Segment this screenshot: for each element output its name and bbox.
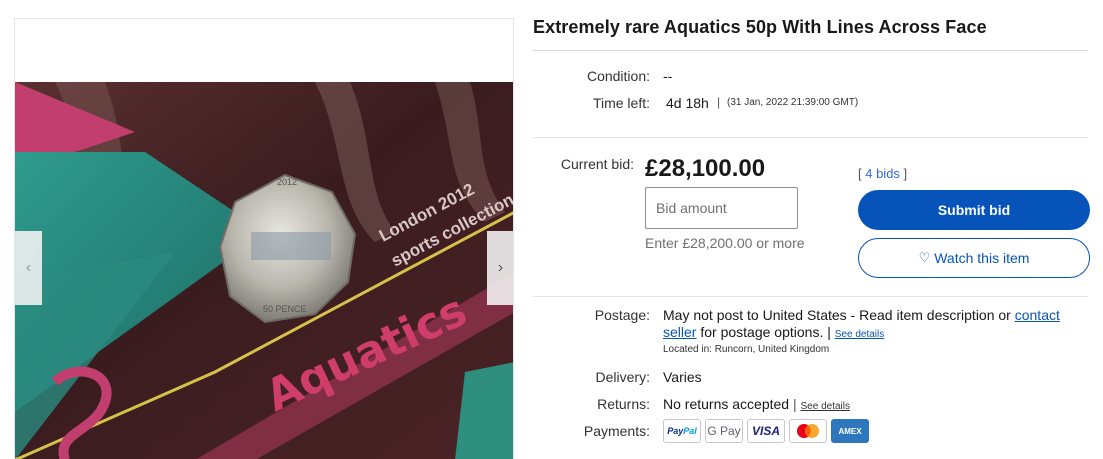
min-bid-hint: Enter £28,200.00 or more xyxy=(645,235,805,251)
item-location: Located in: Runcorn, United Kingdom xyxy=(663,344,830,355)
watch-item-label: Watch this item xyxy=(934,250,1030,266)
end-date: (31 Jan, 2022 21:39:00 GMT) xyxy=(727,97,859,108)
divider xyxy=(533,50,1088,51)
bid-count: [ 4 bids ] xyxy=(858,166,907,181)
next-image-button[interactable]: › xyxy=(487,231,513,305)
returns-see-details-link[interactable]: See details xyxy=(801,401,850,412)
bid-amount-input[interactable] xyxy=(645,187,798,229)
condition-value: -- xyxy=(663,68,673,84)
payments-label: Payments: xyxy=(583,423,650,439)
delivery-label: Delivery: xyxy=(595,369,650,385)
previous-image-button[interactable]: ‹ xyxy=(15,231,42,305)
coin-pack-image: 2012 50 PENCE London 2012 sports collect… xyxy=(15,82,513,459)
time-left-value: 4d 18h xyxy=(666,95,709,111)
postage-text: May not post to United States - Read ite… xyxy=(663,307,1083,343)
bid-count-close: ] xyxy=(899,166,908,181)
postage-see-details-link[interactable]: See details xyxy=(835,329,884,340)
returns-value: No returns accepted xyxy=(663,396,790,412)
postage-label: Postage: xyxy=(594,307,650,323)
current-bid-label: Current bid: xyxy=(560,156,634,172)
image-gallery: 2012 50 PENCE London 2012 sports collect… xyxy=(14,18,514,459)
returns-separator: | xyxy=(789,396,801,412)
divider xyxy=(533,296,1088,297)
item-photo[interactable]: 2012 50 PENCE London 2012 sports collect… xyxy=(15,82,513,459)
item-title: Extremely rare Aquatics 50p With Lines A… xyxy=(533,17,987,37)
chevron-right-icon: › xyxy=(497,259,504,276)
mastercard-icon xyxy=(789,419,827,443)
postage-suffix: for postage options. | xyxy=(696,324,835,340)
item-details: Extremely rare Aquatics 50p With Lines A… xyxy=(533,0,1090,459)
divider xyxy=(533,137,1088,138)
payment-methods: Pay Pal G Pay VISA AMEX xyxy=(663,419,869,443)
watch-item-button[interactable]: ♡ Watch this item xyxy=(858,238,1090,278)
returns-value-row: No returns accepted | See details xyxy=(663,396,850,412)
time-left-label: Time left: xyxy=(592,95,650,111)
bid-history-link[interactable]: 4 bids xyxy=(865,166,900,181)
current-bid-price: £28,100.00 xyxy=(645,155,766,182)
returns-label: Returns: xyxy=(597,396,650,412)
coin-legend-text: 50 PENCE xyxy=(263,304,307,314)
visa-icon: VISA xyxy=(747,419,785,443)
google-pay-icon: G Pay xyxy=(705,419,743,443)
chevron-left-icon: ‹ xyxy=(25,259,32,276)
paypal-icon: Pay Pal xyxy=(663,419,701,443)
paypal-text-a: Pay xyxy=(667,426,684,436)
condition-label: Condition: xyxy=(586,68,650,84)
submit-bid-button[interactable]: Submit bid xyxy=(858,190,1090,230)
heart-icon: ♡ xyxy=(918,250,931,265)
time-separator: | xyxy=(717,95,721,109)
delivery-value: Varies xyxy=(663,369,702,385)
mastercard-logo xyxy=(797,424,819,438)
paypal-text-b: Pal xyxy=(683,426,697,436)
postage-description: May not post to United States - Read ite… xyxy=(663,307,1015,323)
amex-icon: AMEX xyxy=(831,419,869,443)
svg-text:2012: 2012 xyxy=(277,177,297,187)
